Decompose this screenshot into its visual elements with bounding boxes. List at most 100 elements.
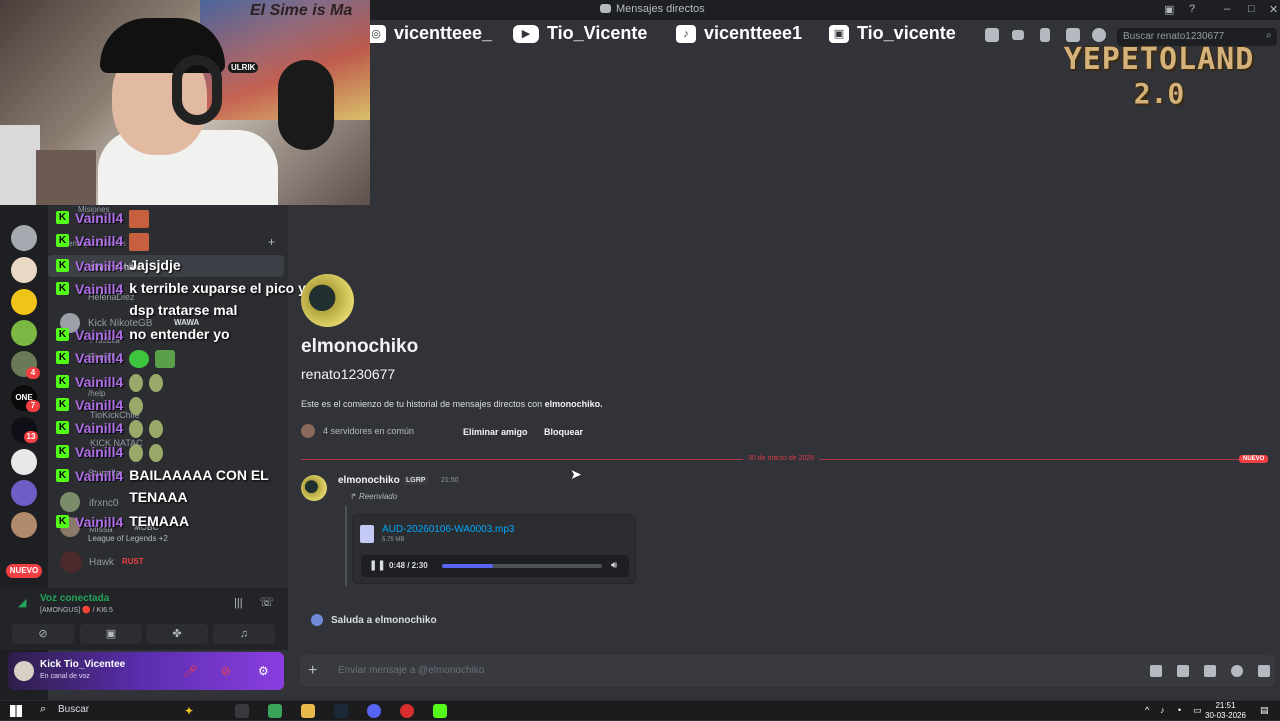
opera-icon[interactable] [400, 704, 414, 718]
store-icon[interactable] [268, 704, 282, 718]
gift-icon[interactable] [1150, 665, 1162, 677]
kick-icon: K [56, 515, 69, 528]
furniture [36, 150, 96, 205]
sticker-icon[interactable] [1204, 665, 1216, 677]
tiktok-icon: ♪ [676, 24, 696, 43]
youtube-icon: ▶ [513, 24, 539, 43]
steam-icon[interactable] [334, 704, 348, 718]
server-icon[interactable] [11, 257, 37, 283]
chat-username: Vainill4 [75, 420, 124, 436]
chat-message: K Vainill4 Jajsjdje [56, 257, 181, 276]
tray-chevron-icon[interactable]: ^ [1145, 705, 1149, 715]
kick-icon: K [56, 351, 69, 364]
pause-icon[interactable]: ❚❚ [369, 560, 386, 571]
kick-icon: K [56, 234, 69, 247]
user-avatar[interactable] [14, 661, 34, 681]
soundboard-button[interactable]: ♫ [213, 624, 275, 644]
chat-username: Vainill4 [75, 374, 124, 390]
noise-suppression-icon[interactable]: ||| [234, 597, 243, 609]
deafened-icon[interactable]: ⊘ [221, 664, 231, 678]
close-button[interactable]: ✕ [1269, 3, 1278, 16]
server-icon[interactable] [11, 289, 37, 315]
network-icon[interactable]: ▭ [1193, 705, 1202, 716]
call-icon[interactable] [985, 28, 999, 42]
voice-status[interactable]: Voz conectada [40, 593, 109, 604]
headphones [172, 55, 222, 125]
chat-text: BAILAAAAA CON EL TENAAA [129, 467, 269, 505]
task-view-icon[interactable] [235, 704, 249, 718]
remove-friend-button[interactable]: Eliminar amigo [455, 424, 536, 442]
profile-username: renato1230677 [301, 366, 396, 382]
chat-username: Vainill4 [75, 233, 124, 249]
volume-icon[interactable]: 🔊︎ [611, 560, 617, 571]
webcam-overlay: El Sime is Ma ULRIK [0, 0, 370, 205]
apps-icon[interactable] [1258, 665, 1270, 677]
pin-icon[interactable] [1040, 28, 1050, 42]
attachment-size: 5.75 MB [382, 537, 405, 543]
server-icon[interactable] [11, 320, 37, 346]
discord-taskbar-icon[interactable] [367, 704, 381, 718]
dm-item[interactable]: Hawk [89, 552, 114, 572]
speaker-icon[interactable]: ♪ [1160, 705, 1165, 715]
social-handle: vicentteee_ [394, 23, 493, 43]
add-attachment-icon[interactable]: + [308, 662, 317, 680]
alien-emote [129, 350, 150, 368]
settings-gear-icon[interactable]: ⚙ [258, 664, 269, 678]
mutual-servers[interactable]: 4 servidores en común [301, 424, 414, 438]
file-explorer-icon[interactable] [301, 704, 315, 718]
message-input[interactable]: Enviar mensaje a @elmonochiko [338, 665, 484, 676]
voice-channel[interactable]: [AMONGUS] 🔴 / KI6.5 [40, 606, 113, 614]
profile-avatar[interactable] [301, 274, 354, 327]
dance-emote [149, 374, 164, 392]
notification-icon[interactable]: ▤ [1260, 705, 1269, 716]
windows-taskbar: ⌕ Buscar ✦ ^ ♪ • ▭ 21:51 30-03-2026 ▤ [0, 700, 1280, 720]
signal-icon: ◢ [18, 597, 27, 609]
social-handle: Tio_Vicente [547, 23, 648, 43]
new-badge: NUEVO [1239, 455, 1269, 463]
server-icon[interactable] [11, 225, 37, 251]
kick-app-icon[interactable] [433, 704, 447, 718]
server-icon[interactable] [11, 449, 37, 475]
inbox-icon[interactable]: ▣ [1164, 3, 1174, 16]
screen-share-button[interactable]: ▣ [80, 624, 142, 644]
dance-emote [149, 420, 164, 438]
activities-button[interactable]: ✤ [146, 624, 208, 644]
disconnect-icon[interactable]: ☏ [259, 595, 274, 609]
message-avatar[interactable] [301, 475, 327, 501]
chat-message: K Vainill4 BAILAAAAA CON EL TENAAA [56, 467, 286, 508]
user-name[interactable]: Kick Tio_Vicentee [40, 659, 125, 670]
audio-progress-track[interactable] [442, 564, 602, 568]
mic-muted-icon[interactable]: 🎤︎ [183, 664, 198, 678]
video-call-icon[interactable] [1012, 30, 1024, 40]
guild-tag[interactable]: LGRP [403, 476, 429, 485]
user-profile-icon[interactable] [1092, 28, 1106, 42]
emoji-icon[interactable] [1231, 665, 1243, 677]
gif-icon[interactable] [1177, 665, 1189, 677]
copilot-icon[interactable]: ✦ [184, 704, 198, 718]
help-icon[interactable]: ? [1189, 3, 1195, 15]
add-friend-icon[interactable] [1066, 28, 1080, 42]
new-unreads-pill[interactable]: NUEVO [6, 564, 42, 578]
add-dm-icon[interactable]: + [268, 235, 275, 249]
fan [0, 125, 40, 205]
server-icon[interactable] [11, 512, 37, 538]
maximize-button[interactable]: □ [1248, 3, 1255, 15]
dance-emote [129, 397, 144, 415]
attachment-filename[interactable]: AUD-20260106-WA0003.mp3 [382, 524, 514, 535]
start-button[interactable] [10, 705, 22, 717]
voice-panel: ◢ Voz conectada [AMONGUS] 🔴 / KI6.5 ||| … [0, 588, 288, 650]
headphone-brand: ULRIK [228, 62, 259, 73]
camera-off-button[interactable]: ⊘ [12, 624, 74, 644]
wave-prompt[interactable]: Saluda a elmonochiko [311, 614, 437, 626]
minimize-button[interactable]: – [1224, 3, 1230, 15]
chat-text: TEMAAA [129, 513, 190, 529]
chat-username: Vainill4 [75, 444, 124, 460]
taskbar-search[interactable]: Buscar [58, 704, 89, 715]
server-icon[interactable] [11, 480, 37, 506]
block-button[interactable]: Bloquear [536, 424, 591, 442]
mic-icon[interactable]: • [1178, 705, 1181, 715]
message-author[interactable]: elmonochiko [338, 475, 400, 486]
taskbar-clock[interactable]: 21:51 30-03-2026 [1205, 701, 1246, 721]
audio-player: ❚❚ 0:48 / 2:30 🔊︎ [361, 555, 629, 577]
message-timestamp: 21:50 [441, 477, 459, 484]
